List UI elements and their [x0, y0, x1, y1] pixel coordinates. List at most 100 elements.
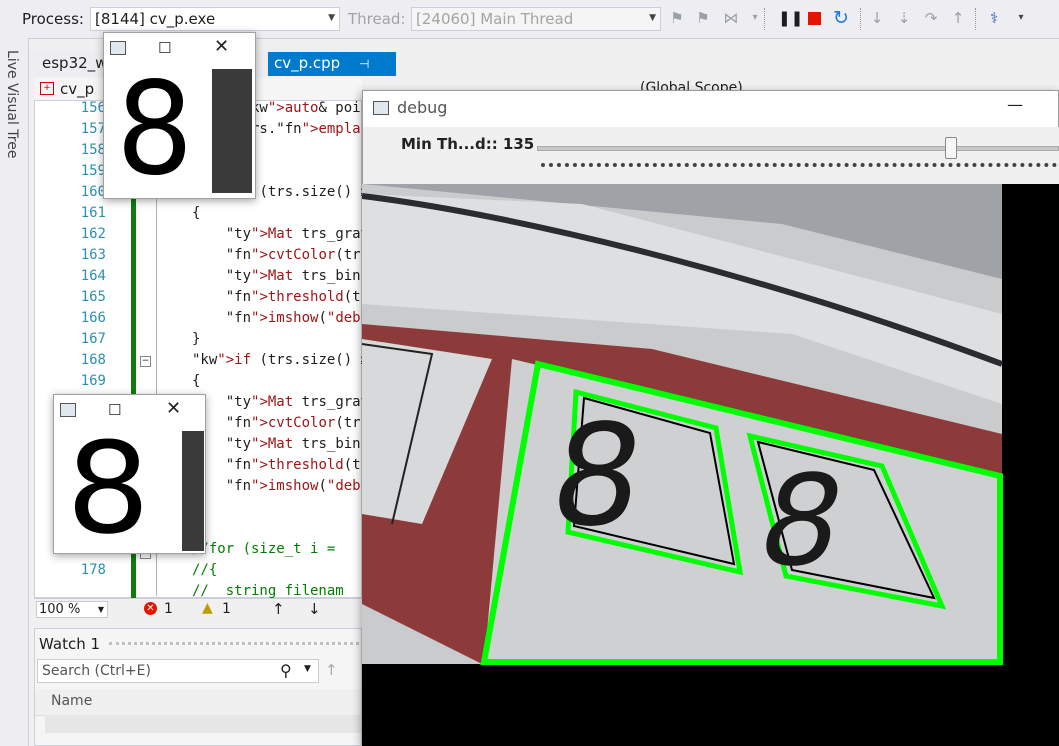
next-issue-icon[interactable]: ↓	[308, 600, 321, 618]
line-number: 156	[80, 100, 106, 116]
trackbar-track[interactable]	[537, 146, 1059, 151]
step-out-icon[interactable]: ↑	[949, 9, 967, 27]
flag-icon[interactable]: ⚑	[668, 9, 686, 27]
tab-esp32[interactable]: esp32_w	[36, 52, 108, 76]
code-line[interactable]: "fn">cvtColor(trs[1	[192, 415, 386, 431]
watch-search-box[interactable]: Search (Ctrl+E) ⚲ ▼	[37, 659, 319, 683]
code-line[interactable]: //for (size_t i =	[192, 541, 335, 557]
code-line[interactable]: //{	[192, 562, 217, 578]
filter-icon[interactable]: ⋈	[722, 9, 740, 27]
thread-label: Thread:	[348, 10, 406, 28]
chevron-down-icon[interactable]: ▾	[746, 9, 764, 27]
thread-dropdown[interactable]: [24060] Main Thread ▼	[411, 7, 661, 31]
chevron-down-icon: ▼	[97, 605, 104, 614]
chevron-down-icon[interactable]: ▼	[304, 664, 311, 674]
name-column-header[interactable]: Name	[51, 693, 92, 709]
chevron-down-icon: ▼	[328, 13, 335, 23]
close-icon[interactable]: ✕	[166, 398, 181, 419]
line-number: 162	[80, 226, 106, 242]
chevron-down-icon[interactable]: ▾	[1012, 9, 1030, 27]
search-previous-icon[interactable]: ↑	[325, 661, 338, 679]
app-icon	[110, 41, 126, 55]
code-line[interactable]: "fn">cvtColor(trs[0	[192, 247, 386, 263]
code-line[interactable]: "fn">imshow("debug2	[192, 310, 386, 326]
line-number: 165	[80, 289, 106, 305]
line-number: 161	[80, 205, 106, 221]
code-line[interactable]: {	[192, 373, 200, 389]
process-label: Process:	[22, 10, 84, 28]
camera-frame: 8 8	[362, 184, 1059, 746]
debug2-window: ☐ ✕ 8	[103, 32, 256, 204]
previous-issue-icon[interactable]: ↑	[272, 600, 285, 618]
step-into-icon[interactable]: ↓	[868, 9, 886, 27]
code-line[interactable]: "ty">Mat trs_gray;	[192, 226, 378, 242]
code-line[interactable]: }	[192, 331, 200, 347]
app-icon	[373, 101, 389, 115]
line-number: 166	[80, 310, 106, 326]
code-line[interactable]: {	[192, 205, 200, 221]
hot-reload-icon[interactable]: ⚕	[985, 9, 1003, 27]
minimize-icon[interactable]: —	[1007, 95, 1023, 114]
step-over-down-icon[interactable]: ⇣	[895, 9, 913, 27]
debug-window-title: debug	[397, 98, 448, 117]
dark-region	[212, 69, 252, 193]
code-line[interactable]: "fn">threshold(trs_	[192, 457, 386, 473]
trackbar-panel: Min Th...d:: 135	[363, 127, 1059, 185]
panel-grip	[109, 642, 359, 645]
line-number: 159	[80, 163, 106, 179]
pause-icon[interactable]: ❚❚	[778, 9, 803, 27]
watch-title: Watch 1	[39, 635, 101, 653]
close-icon[interactable]: ✕	[214, 36, 229, 57]
code-line[interactable]: "fn">threshold(trs_	[192, 289, 386, 305]
error-count[interactable]: 1	[164, 601, 173, 617]
zoom-value: 100 %	[39, 602, 81, 617]
camera-scene: 8 8	[362, 184, 1004, 665]
chevron-down-icon: ▼	[649, 13, 656, 23]
toolbar-separator	[764, 8, 765, 30]
toolbar-separator	[860, 8, 861, 30]
warning-icon[interactable]: ▲	[202, 600, 213, 616]
line-number: 158	[80, 142, 106, 158]
trackbar-ticks	[541, 163, 1057, 172]
binary-digit: 8	[65, 415, 151, 562]
watch-header: Name	[35, 689, 361, 716]
pin-icon[interactable]: ⊣	[359, 57, 369, 71]
debug3-window: ☐ ✕ 8	[53, 394, 206, 562]
file-scope-dropdown[interactable]: cv_p	[60, 80, 94, 98]
warning-count[interactable]: 1	[222, 601, 231, 617]
process-value: [8144] cv_p.exe	[95, 10, 216, 28]
line-number: 157	[80, 121, 106, 137]
line-number: 169	[80, 373, 106, 389]
flag-threads-icon[interactable]: ⚑	[694, 9, 712, 27]
line-number: 178	[80, 562, 106, 578]
tab-label: esp32_w	[42, 54, 108, 72]
live-visual-tree-tab[interactable]: Live Visual Tree	[0, 38, 29, 746]
line-number: 160	[80, 184, 106, 200]
editor-status-bar: 100 % ▼ ✕ 1 ▲ 1 ↑ ↓	[34, 598, 362, 621]
code-line[interactable]: "ty">Mat trs_bin;	[192, 268, 369, 284]
watch-search-input[interactable]: Search (Ctrl+E)	[42, 663, 151, 679]
cpp-file-icon: +	[40, 82, 54, 95]
code-line[interactable]: "ty">Mat trs_bin;	[192, 436, 369, 452]
trackbar-thumb[interactable]	[945, 137, 957, 159]
code-line[interactable]: "ty">Mat trs_gray;	[192, 394, 378, 410]
tab-cv-p-cpp[interactable]: cv_p.cpp ⊣ ✕	[268, 52, 396, 90]
collapse-icon[interactable]: −	[140, 356, 151, 367]
watch-row[interactable]	[45, 715, 361, 733]
code-line[interactable]: "fn">imshow("debug3	[192, 478, 386, 494]
line-number: 167	[80, 331, 106, 347]
search-icon[interactable]: ⚲	[280, 661, 292, 680]
line-number: 163	[80, 247, 106, 263]
line-number: 164	[80, 268, 106, 284]
line-number: 168	[80, 352, 106, 368]
restart-icon[interactable]: ↻	[832, 9, 850, 28]
code-line[interactable]: // string filenam	[192, 583, 344, 599]
binary-digit: 8	[116, 55, 194, 204]
step-over-icon[interactable]: ↷	[922, 9, 940, 27]
stop-icon[interactable]	[808, 12, 821, 25]
trackbar-label: Min Th...d:: 135	[401, 135, 535, 153]
process-dropdown[interactable]: [8144] cv_p.exe ▼	[90, 7, 340, 31]
error-icon[interactable]: ✕	[144, 602, 157, 615]
code-line[interactable]: "kw">if (trs.size() ≥	[192, 352, 369, 368]
zoom-dropdown[interactable]: 100 % ▼	[36, 601, 108, 618]
